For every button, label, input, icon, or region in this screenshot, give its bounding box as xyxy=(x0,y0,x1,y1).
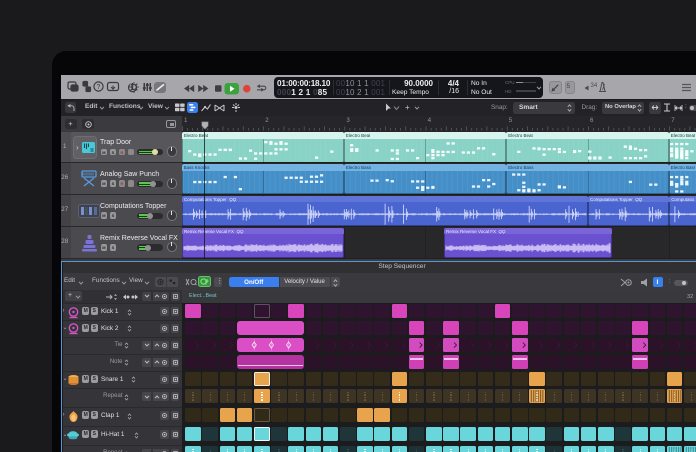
svg-text:?: ? xyxy=(97,84,101,91)
